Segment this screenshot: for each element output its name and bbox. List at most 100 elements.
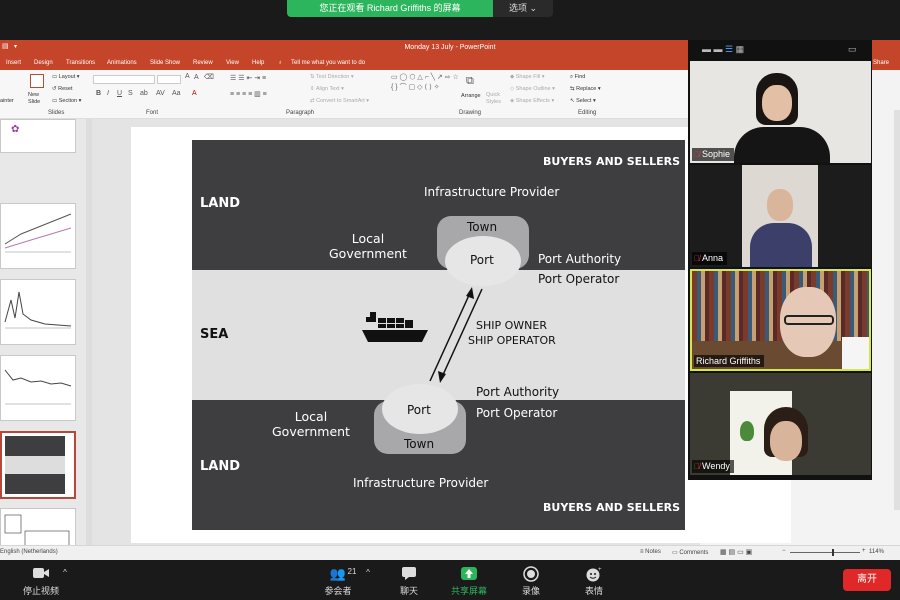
stop-video-button[interactable]: 停止视频 bbox=[18, 560, 64, 600]
tab-animations[interactable]: Animations bbox=[107, 57, 137, 69]
comments-button[interactable]: ▭ Comments bbox=[672, 549, 708, 556]
person-body bbox=[750, 223, 812, 267]
bold-icon[interactable]: B bbox=[96, 90, 101, 97]
grow-font-icon[interactable]: A bbox=[185, 73, 190, 80]
layout-button[interactable]: ▭ Layout ▾ bbox=[52, 74, 80, 80]
font-name-select[interactable] bbox=[93, 75, 155, 84]
port-authority-bottom: Port Authority bbox=[476, 385, 560, 399]
new-slide-button[interactable]: New Slide bbox=[28, 92, 48, 106]
participant-name-anna: 🎙̸ Anna bbox=[692, 252, 728, 265]
video-tile-wendy[interactable]: 🎙̸ Wendy bbox=[690, 373, 871, 475]
shadow-icon[interactable]: S bbox=[128, 90, 133, 97]
text-direction-button[interactable]: ⇅ Text Direction ▾ bbox=[310, 74, 354, 80]
buyers-sellers-top: BUYERS AND SELLERS bbox=[543, 155, 681, 168]
video-camera-icon bbox=[33, 568, 49, 578]
strikethrough-icon[interactable]: ab bbox=[140, 90, 148, 97]
quick-styles-button[interactable]: Quick Styles bbox=[486, 92, 504, 106]
reset-label: Reset bbox=[58, 86, 73, 92]
slide-scrollbar[interactable] bbox=[894, 110, 900, 510]
tab-review[interactable]: Review bbox=[193, 57, 213, 69]
view-buttons[interactable]: ▦ ▤ ▭ ▣ bbox=[720, 548, 752, 556]
video-options-chevron-icon[interactable]: ^ bbox=[60, 560, 70, 600]
paragraph-group-label: Paragraph bbox=[286, 110, 315, 116]
align-icons[interactable]: ≡ ≡ ≡ ≡ ▥ ≡ bbox=[230, 90, 267, 98]
bullets-icon[interactable]: ☰ ☰ ⇤ ⇥ ≡ bbox=[230, 74, 266, 82]
section-button[interactable]: ▭ Section ▾ bbox=[52, 98, 81, 104]
convert-smartart-label: Convert to SmartArt bbox=[316, 98, 365, 104]
port-operator-bottom: Port Operator bbox=[476, 406, 558, 420]
zoom-out-icon[interactable]: − bbox=[782, 548, 786, 554]
options-label: 选项 bbox=[508, 3, 527, 13]
reaction-smiley-icon: + bbox=[586, 567, 602, 582]
share-link[interactable]: Share bbox=[873, 57, 889, 69]
arrange-button[interactable]: Arrange bbox=[461, 93, 481, 99]
quick-access-dropdown-icon[interactable]: ▾ bbox=[14, 43, 17, 50]
find-label: Find bbox=[574, 74, 586, 80]
align-text-button[interactable]: ⇕ Align Text ▾ bbox=[310, 86, 344, 92]
ship-operator-label: SHIP OPERATOR bbox=[468, 334, 556, 347]
person-body bbox=[734, 127, 830, 163]
share-screen-button[interactable]: 共享屏幕 bbox=[446, 560, 492, 600]
char-spacing-icon[interactable]: AV bbox=[156, 90, 165, 97]
tab-transitions[interactable]: Transitions bbox=[66, 57, 95, 69]
chat-icon bbox=[402, 567, 416, 580]
shape-fill-button[interactable]: ◆ Shape Fill ▾ bbox=[510, 74, 545, 80]
layout-toggle-icons[interactable]: ▬ ▬ ☰ ▦ bbox=[702, 44, 744, 55]
video-tile-richard-griffiths[interactable]: Richard Griffiths bbox=[690, 269, 871, 371]
zoom-slider[interactable] bbox=[790, 549, 860, 556]
find-button[interactable]: ⌕ Find bbox=[570, 74, 585, 81]
font-size-select[interactable] bbox=[157, 75, 181, 84]
shapes-gallery[interactable]: ▭ ◯ ⬡ △ ⌐ ╲ ↗ ⇨ ☆ { } ⌒ ▢ ◇ ⟨ ⟩ ✧ bbox=[391, 73, 459, 93]
slide-thumbnail-selected[interactable] bbox=[0, 431, 76, 499]
chat-button[interactable]: 聊天 bbox=[392, 560, 426, 600]
slide-thumbnails-pane: ✿ bbox=[0, 119, 92, 560]
tab-insert[interactable]: Insert bbox=[6, 57, 21, 69]
clear-format-icon[interactable]: ⌫ bbox=[204, 73, 214, 81]
font-color-icon[interactable]: A bbox=[192, 90, 197, 97]
tab-view[interactable]: View bbox=[226, 57, 239, 69]
infra-provider-bottom: Infrastructure Provider bbox=[353, 476, 489, 490]
participant-name: Richard Griffiths bbox=[696, 356, 761, 366]
tab-slide-show[interactable]: Slide Show bbox=[150, 57, 180, 69]
underline-icon[interactable]: U bbox=[117, 90, 122, 97]
ribbon: ainter New Slide ▭ Layout ▾ ↺ Reset ▭ Se… bbox=[0, 70, 690, 119]
language-indicator[interactable]: English (Netherlands) bbox=[0, 549, 58, 555]
select-label: Select bbox=[576, 98, 592, 104]
screen-share-banner: 您正在观看 Richard Griffiths 的屏幕 bbox=[287, 0, 493, 17]
person-face bbox=[770, 421, 802, 461]
tell-me-search[interactable]: Tell me what you want to do bbox=[291, 57, 365, 69]
video-tile-sophie[interactable]: 🎙̸ Sophie bbox=[690, 61, 871, 163]
slide-thumbnail[interactable]: ✿ bbox=[0, 119, 76, 153]
slide-thumbnail[interactable] bbox=[0, 355, 76, 421]
shape-outline-button[interactable]: ◇ Shape Outline ▾ bbox=[510, 86, 555, 92]
leave-meeting-button[interactable]: 离开 bbox=[843, 569, 891, 591]
lightbulb-icon: ♁ bbox=[278, 60, 283, 66]
zoom-in-icon[interactable]: + bbox=[862, 548, 866, 554]
glasses-icon bbox=[784, 315, 834, 325]
drawing-group-label: Drawing bbox=[459, 110, 482, 116]
reactions-button[interactable]: + 表情 bbox=[577, 560, 611, 600]
zoom-level[interactable]: 114% bbox=[869, 549, 884, 555]
shrink-font-icon[interactable]: A bbox=[194, 74, 199, 81]
convert-smartart-button[interactable]: ⇄ Convert to SmartArt ▾ bbox=[310, 98, 369, 104]
select-button[interactable]: ↖ Select ▾ bbox=[570, 98, 596, 104]
shape-effects-button[interactable]: ◈ Shape Effects ▾ bbox=[510, 98, 554, 104]
change-case-icon[interactable]: Aa bbox=[172, 90, 181, 97]
comments-label: Comments bbox=[679, 550, 709, 556]
italic-icon[interactable]: I bbox=[107, 90, 109, 97]
view-options-button[interactable]: 选项 ⌄ bbox=[493, 0, 553, 17]
participants-button[interactable]: 👥 参会者 bbox=[318, 560, 358, 600]
slide-thumbnail[interactable] bbox=[0, 203, 76, 269]
app-menu-icon[interactable]: ▤ bbox=[2, 42, 9, 50]
tab-help[interactable]: Help bbox=[252, 57, 264, 69]
participants-chevron-icon[interactable]: ^ bbox=[363, 560, 373, 600]
replace-button[interactable]: ⇆ Replace ▾ bbox=[570, 86, 601, 92]
slide-thumbnail[interactable] bbox=[0, 279, 76, 345]
tab-design[interactable]: Design bbox=[34, 57, 53, 69]
format-painter-button[interactable]: ainter bbox=[0, 98, 14, 104]
reset-button[interactable]: ↺ Reset bbox=[52, 86, 73, 92]
record-button[interactable]: 录像 bbox=[514, 560, 548, 600]
notes-button[interactable]: ≡ Notes bbox=[640, 549, 661, 555]
minimize-panel-icon[interactable]: ▭ bbox=[848, 44, 857, 55]
video-tile-anna[interactable]: 🎙̸ Anna bbox=[690, 165, 871, 267]
